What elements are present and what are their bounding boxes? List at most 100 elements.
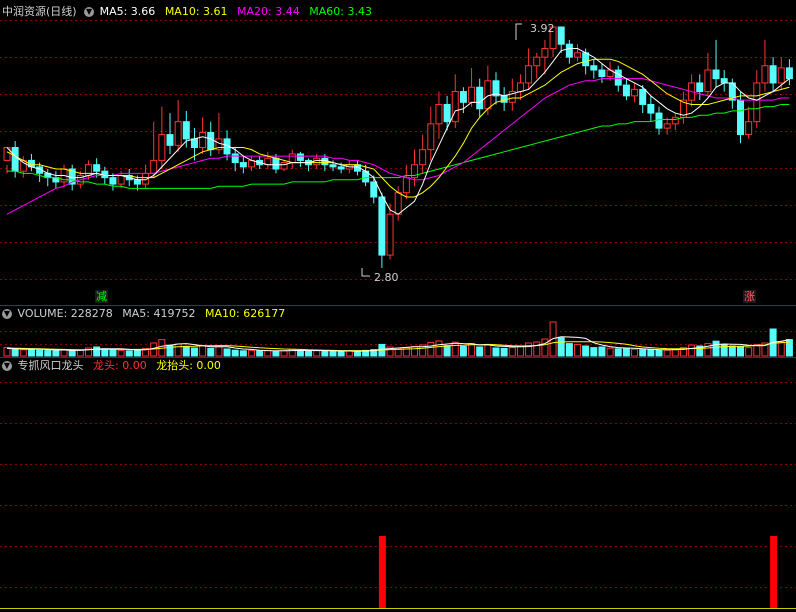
candle-body <box>419 149 427 166</box>
volume-bar <box>737 346 744 357</box>
volume-bar <box>174 343 182 357</box>
ma10-value: MA10: 3.61 <box>164 5 228 18</box>
volume-bar <box>305 350 313 357</box>
volume-bar <box>44 350 52 357</box>
volume-bar <box>639 349 647 357</box>
candle-body <box>639 88 647 105</box>
candle-body <box>386 213 394 256</box>
candle-body <box>101 170 109 179</box>
volume-bar <box>443 345 451 357</box>
candle-body <box>117 174 125 185</box>
candle-body <box>753 82 761 123</box>
kline-chart-canvas[interactable] <box>0 0 796 612</box>
volume-bar <box>239 350 247 357</box>
volume-bar <box>329 350 337 357</box>
candle-body <box>296 153 304 161</box>
candle-body <box>785 67 793 80</box>
volume-ma5-value: MA5: 419752 <box>122 307 196 320</box>
volume-bar <box>565 343 573 357</box>
volume-bar <box>459 345 467 357</box>
candle-body <box>541 48 549 58</box>
low-price-label: 2.80 <box>374 271 399 284</box>
candle-body <box>272 157 280 170</box>
candle-body <box>337 166 345 170</box>
volume-bar <box>345 350 353 357</box>
rise-tag[interactable]: 涨 <box>743 290 756 303</box>
volume-bar <box>199 345 207 357</box>
candle-body <box>525 65 533 84</box>
candle-body <box>622 84 630 97</box>
candle-body <box>93 164 101 172</box>
candle-body <box>394 192 402 215</box>
candle-body <box>631 88 639 97</box>
volume-bar <box>321 350 329 357</box>
volume-bar <box>541 338 549 357</box>
volume-bar <box>133 349 141 357</box>
volume-bar <box>663 349 671 357</box>
longtaitou-value: 龙抬头: 0.00 <box>156 359 221 372</box>
volume-bar <box>728 345 736 357</box>
candle-body <box>158 134 166 161</box>
longtou-value: 龙头: 0.00 <box>93 359 147 372</box>
volume-bar <box>36 349 44 357</box>
volume-bar <box>353 350 361 357</box>
volume-bar <box>93 346 101 357</box>
ma5-value: MA5: 3.66 <box>99 5 156 18</box>
volume-bar <box>492 347 500 357</box>
candle-body <box>11 147 19 172</box>
volume-bars <box>3 321 793 357</box>
volume-bar <box>52 350 60 357</box>
volume-bar <box>688 344 696 357</box>
candle-body <box>85 164 92 176</box>
candle-body <box>182 121 190 140</box>
volume-bar <box>231 349 239 357</box>
volume-bar <box>451 341 459 357</box>
candle-body <box>370 181 378 198</box>
volume-bar <box>11 347 19 357</box>
volume-bar <box>125 350 133 357</box>
volume-bar <box>272 350 280 357</box>
reduce-tag[interactable]: 减 <box>95 290 108 303</box>
volume-bar <box>411 345 418 357</box>
candle-body <box>402 177 410 194</box>
volume-bar <box>476 346 484 357</box>
candle-body <box>516 82 524 93</box>
candle-body <box>288 153 296 164</box>
dragon-head-signal-bar <box>770 536 778 608</box>
candlestick-series <box>3 26 793 268</box>
settings-dropdown-icon[interactable]: ▼ <box>84 7 95 17</box>
volume-bar <box>655 349 663 357</box>
low-annotation-leader <box>361 268 370 277</box>
candle-body <box>329 164 337 168</box>
indicator-dropdown-icon[interactable]: ▼ <box>2 361 12 371</box>
volume-bar <box>248 349 255 357</box>
candle-body <box>533 56 541 67</box>
volume-bar <box>484 344 492 357</box>
volume-bar <box>606 347 614 357</box>
candle-body <box>737 99 744 136</box>
price-annotations <box>361 23 522 277</box>
high-annotation-leader <box>515 23 522 40</box>
candle-body <box>590 65 598 71</box>
volume-bar <box>182 345 190 357</box>
candle-body <box>761 65 769 84</box>
candle-body <box>663 123 671 129</box>
candle-body <box>321 157 329 166</box>
candle-body <box>557 26 565 45</box>
candle-body <box>207 131 215 151</box>
candle-body <box>598 69 606 77</box>
volume-bar <box>598 346 606 357</box>
candle-body <box>484 80 492 110</box>
volume-value: VOLUME: 228278 <box>17 307 113 320</box>
volume-bar <box>296 349 304 357</box>
candle-body <box>166 134 174 146</box>
indicator-signal-bars <box>378 536 778 608</box>
volume-bar <box>614 348 622 357</box>
volume-bar <box>590 347 598 357</box>
candle-body <box>174 121 182 146</box>
volume-dropdown-icon[interactable]: ▼ <box>2 309 12 319</box>
volume-bar <box>215 346 223 357</box>
volume-bar <box>631 348 639 357</box>
candle-body <box>313 157 321 166</box>
volume-bar <box>109 349 117 357</box>
